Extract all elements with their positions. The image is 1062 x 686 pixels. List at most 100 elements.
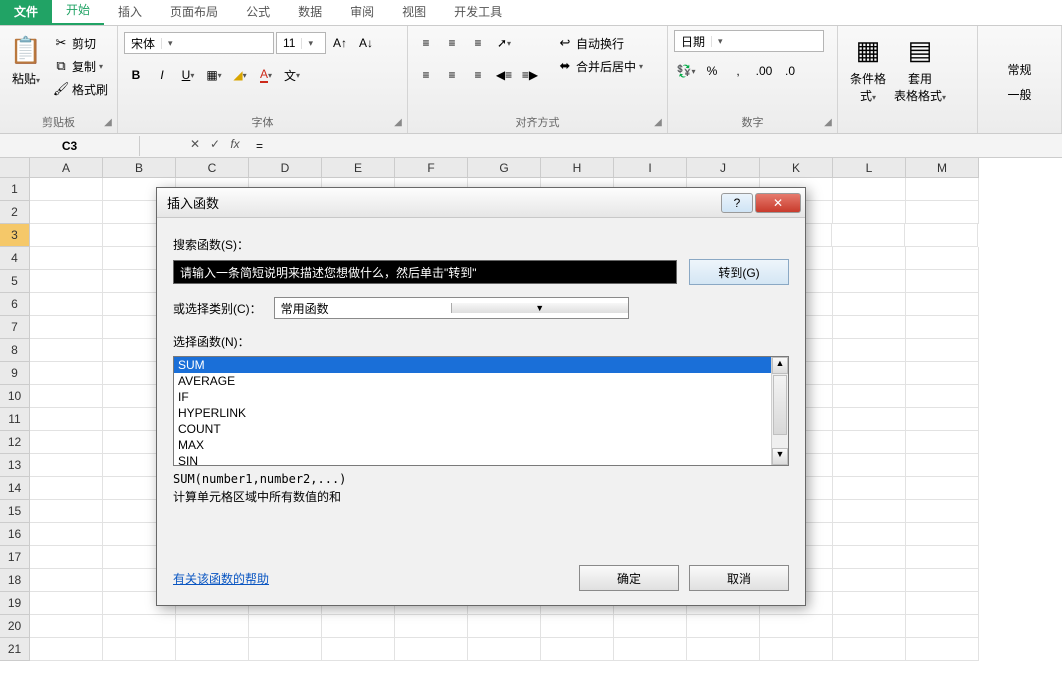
dialog-close-button[interactable]: ✕ (755, 193, 801, 213)
cell[interactable] (833, 385, 906, 408)
cell[interactable] (906, 454, 979, 477)
tab-page-layout[interactable]: 页面布局 (156, 0, 232, 25)
row-header[interactable]: 15 (0, 500, 30, 523)
row-header[interactable]: 10 (0, 385, 30, 408)
cell[interactable] (905, 224, 978, 247)
underline-button[interactable]: U▾ (176, 64, 200, 86)
cell[interactable] (906, 362, 979, 385)
cell[interactable] (30, 178, 103, 201)
cell[interactable] (906, 316, 979, 339)
cell[interactable] (30, 385, 103, 408)
insert-function-button[interactable]: fx (226, 137, 244, 155)
copy-button[interactable]: ⧉复制▾ (50, 56, 111, 76)
alignment-launcher[interactable]: ◢ (652, 117, 664, 129)
cell[interactable] (906, 569, 979, 592)
cell[interactable] (906, 477, 979, 500)
cell[interactable] (833, 454, 906, 477)
column-header[interactable]: F (395, 158, 468, 178)
row-header[interactable]: 9 (0, 362, 30, 385)
row-header[interactable]: 19 (0, 592, 30, 615)
cell[interactable] (249, 615, 322, 638)
cell[interactable] (30, 615, 103, 638)
cell[interactable] (30, 339, 103, 362)
row-header[interactable]: 14 (0, 477, 30, 500)
cell[interactable] (614, 638, 687, 661)
decrease-font-button[interactable]: A↓ (354, 32, 378, 54)
row-header[interactable]: 5 (0, 270, 30, 293)
select-all-corner[interactable] (0, 158, 30, 178)
column-header[interactable]: G (468, 158, 541, 178)
cell[interactable] (468, 615, 541, 638)
cell[interactable] (833, 362, 906, 385)
cell[interactable] (30, 638, 103, 661)
cell[interactable] (833, 523, 906, 546)
cell[interactable] (30, 408, 103, 431)
cell[interactable] (30, 546, 103, 569)
row-header[interactable]: 6 (0, 293, 30, 316)
cell[interactable] (30, 270, 103, 293)
cell[interactable] (30, 500, 103, 523)
row-header[interactable]: 21 (0, 638, 30, 661)
function-list-item[interactable]: IF (174, 389, 771, 405)
cell[interactable] (760, 638, 833, 661)
cell[interactable] (249, 638, 322, 661)
cell[interactable] (833, 477, 906, 500)
cell[interactable] (30, 224, 103, 247)
formula-input[interactable] (250, 137, 1062, 155)
tab-review[interactable]: 审阅 (336, 0, 388, 25)
cell[interactable] (906, 546, 979, 569)
cell[interactable] (906, 339, 979, 362)
cell[interactable] (614, 615, 687, 638)
cell[interactable] (906, 500, 979, 523)
increase-indent-button[interactable]: ≡▶ (518, 64, 542, 86)
cell[interactable] (541, 638, 614, 661)
cell[interactable] (30, 293, 103, 316)
table-format-button[interactable]: ▤ 套用 表格格式▾ (896, 30, 944, 106)
column-header[interactable]: M (906, 158, 979, 178)
cell[interactable] (30, 477, 103, 500)
cancel-formula-button[interactable]: ✕ (186, 137, 204, 155)
align-left-button[interactable]: ≡ (414, 64, 438, 86)
cell[interactable] (760, 615, 833, 638)
cell[interactable] (906, 385, 979, 408)
search-function-input[interactable] (173, 260, 677, 284)
cell[interactable] (833, 569, 906, 592)
increase-decimal-button[interactable]: .00 (752, 60, 776, 82)
row-header[interactable]: 1 (0, 178, 30, 201)
cell[interactable] (906, 408, 979, 431)
row-header[interactable]: 4 (0, 247, 30, 270)
cell[interactable] (906, 247, 979, 270)
cell[interactable] (30, 523, 103, 546)
cell[interactable] (395, 615, 468, 638)
ok-button[interactable]: 确定 (579, 565, 679, 591)
row-header[interactable]: 16 (0, 523, 30, 546)
cell[interactable] (833, 178, 906, 201)
listbox-scrollbar[interactable]: ▲ ▼ (771, 357, 788, 465)
phonetic-button[interactable]: 文▾ (280, 64, 304, 86)
align-top-button[interactable]: ≡ (414, 32, 438, 54)
cell[interactable] (833, 431, 906, 454)
cell[interactable] (906, 178, 979, 201)
function-list-item[interactable]: AVERAGE (174, 373, 771, 389)
cell[interactable] (906, 270, 979, 293)
scroll-down-button[interactable]: ▼ (772, 448, 788, 465)
row-header[interactable]: 8 (0, 339, 30, 362)
cell[interactable] (322, 615, 395, 638)
row-header[interactable]: 7 (0, 316, 30, 339)
cell[interactable] (322, 638, 395, 661)
fill-color-button[interactable]: ◢▾ (228, 64, 252, 86)
column-header[interactable]: C (176, 158, 249, 178)
cell[interactable] (30, 431, 103, 454)
column-header[interactable]: D (249, 158, 322, 178)
cell[interactable] (833, 592, 906, 615)
row-header[interactable]: 13 (0, 454, 30, 477)
style-normal[interactable]: 常规 (1007, 61, 1031, 78)
tab-developer[interactable]: 开发工具 (440, 0, 516, 25)
column-header[interactable]: B (103, 158, 176, 178)
help-link[interactable]: 有关该函数的帮助 (173, 570, 269, 587)
row-header[interactable]: 17 (0, 546, 30, 569)
cell[interactable] (395, 638, 468, 661)
italic-button[interactable]: I (150, 64, 174, 86)
row-header[interactable]: 18 (0, 569, 30, 592)
cancel-button[interactable]: 取消 (689, 565, 789, 591)
